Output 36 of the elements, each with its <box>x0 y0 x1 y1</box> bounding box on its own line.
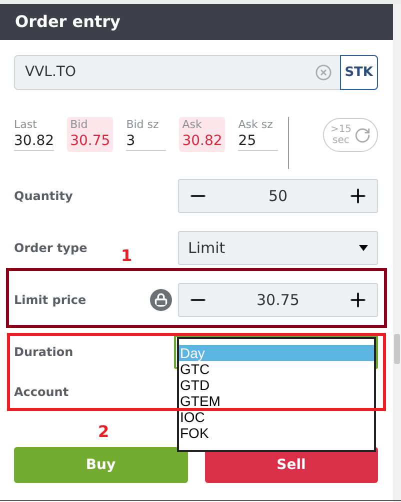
field-label: Limit price <box>14 292 86 309</box>
delay-text: >15 <box>330 124 352 135</box>
symbol-search-field[interactable]: VVL.TO STK <box>14 55 378 90</box>
panel-title: Order entry <box>15 11 120 33</box>
quote-value: 30.82 <box>14 132 54 151</box>
scroll-bar[interactable] <box>393 4 401 502</box>
stepper-value: 30.75 <box>256 290 300 311</box>
dropdown-option[interactable]: GTC <box>179 361 374 377</box>
quote-label: Last <box>14 117 38 132</box>
quote-label: Bid sz <box>126 117 160 132</box>
quote-label: Ask sz <box>238 117 274 132</box>
quote-label: Bid <box>70 117 89 132</box>
caret-icon <box>359 245 368 251</box>
quote-value: 30.75 <box>70 132 110 150</box>
dropdown-option[interactable]: GTD <box>179 377 374 393</box>
order-type-select[interactable]: Limit <box>178 231 378 265</box>
field-label: Quantity <box>14 188 73 205</box>
dropdown-option[interactable]: IOC <box>179 409 374 425</box>
dropdown-option[interactable]: GTEM <box>179 393 374 409</box>
lock-icon[interactable] <box>150 289 172 311</box>
stepper-value: 50 <box>268 186 288 207</box>
quote-label: Ask <box>182 117 203 132</box>
quote-value: 30.82 <box>182 132 222 150</box>
dropdown-option[interactable]: FOK <box>179 425 374 441</box>
field-label: Account <box>14 384 69 401</box>
security-type-button[interactable]: STK <box>340 55 378 90</box>
stepper-field[interactable]: 30.75 <box>178 283 378 317</box>
delay-text: sec <box>332 135 350 146</box>
refresh-icon <box>354 126 371 144</box>
quote-value: 25 <box>238 132 278 151</box>
quote-value: 3 <box>126 132 166 151</box>
field-label: Order type <box>14 240 88 257</box>
field-label: Duration <box>14 344 74 361</box>
annotation-number: 1 <box>121 245 132 267</box>
annotation-number: 2 <box>98 422 110 442</box>
stepper-field[interactable]: 50 <box>178 179 378 213</box>
